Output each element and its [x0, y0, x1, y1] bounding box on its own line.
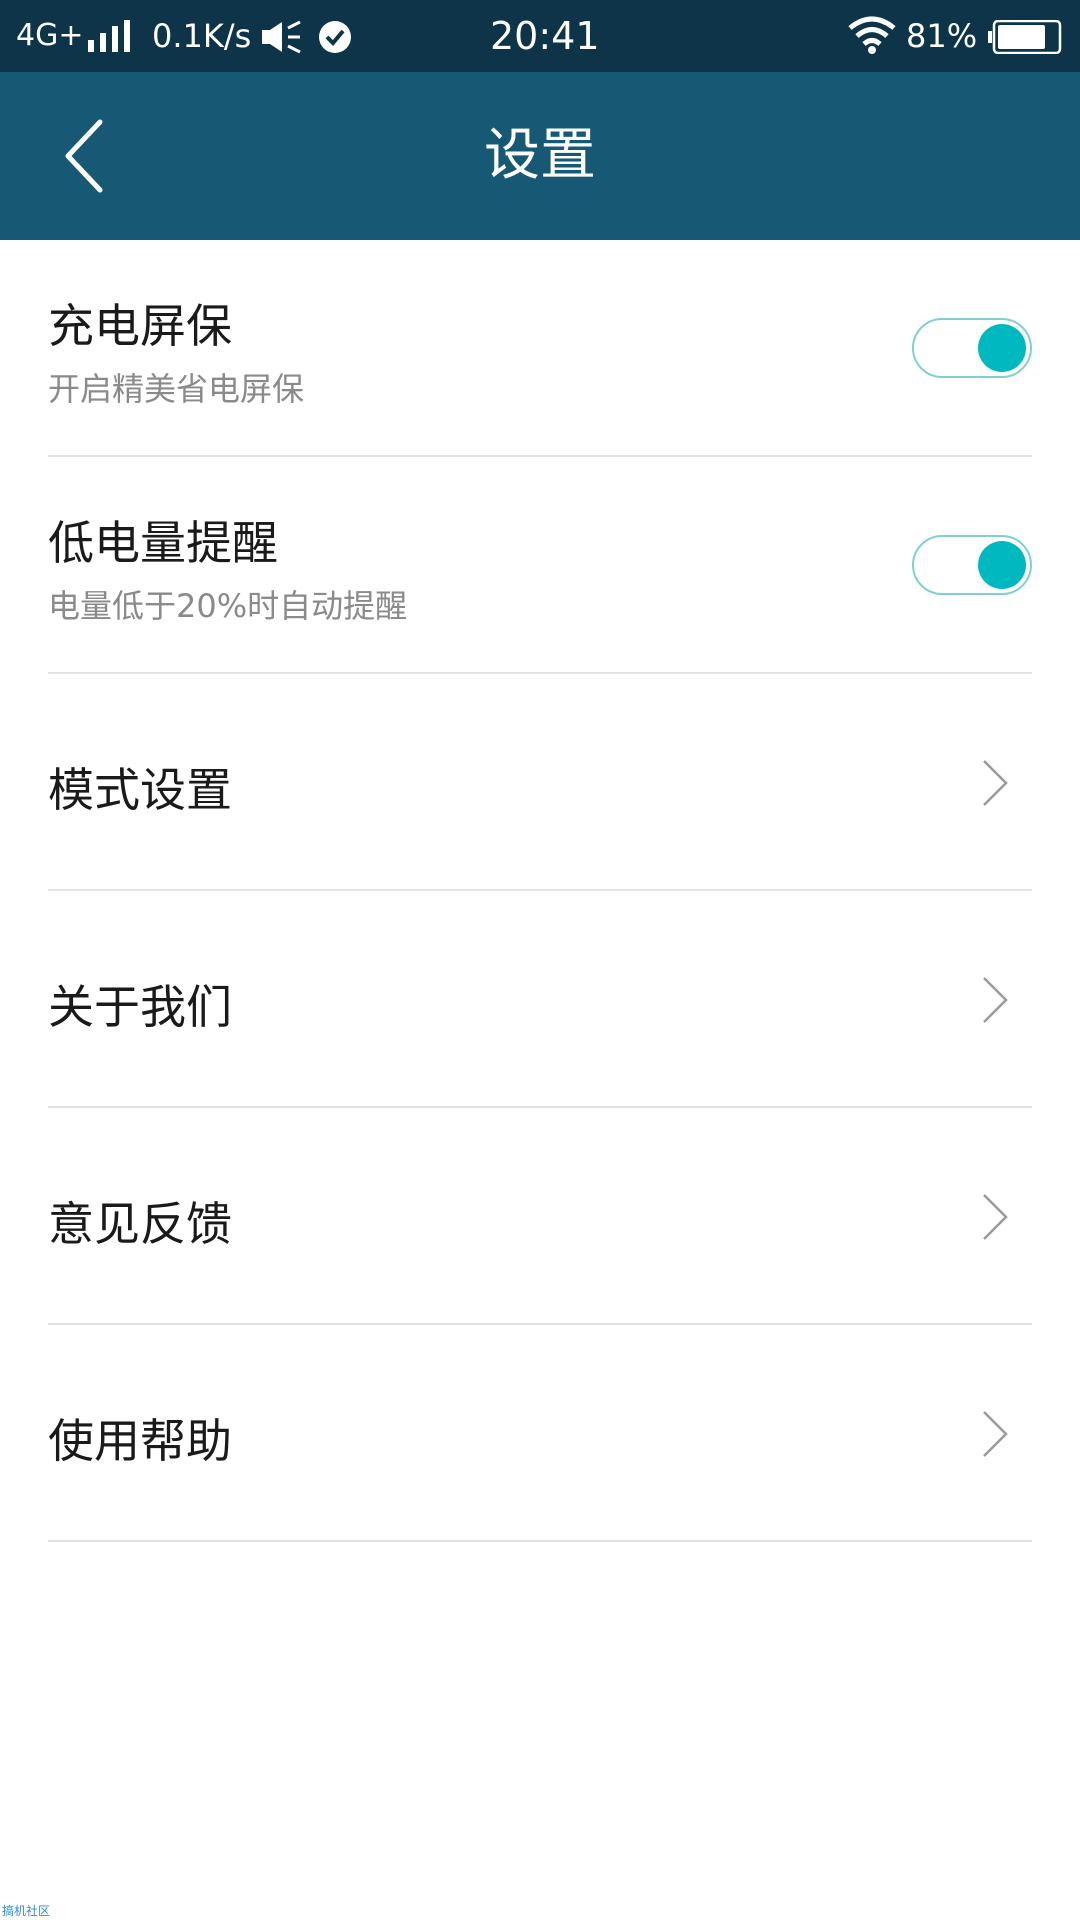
toggle-knob [978, 541, 1026, 589]
wifi-icon [848, 16, 896, 54]
signal-icon [88, 20, 130, 52]
settings-list: 充电屏保 开启精美省电屏保 低电量提醒 电量低于20%时自动提醒 模式设置 关于… [48, 240, 1032, 1542]
battery-icon [988, 20, 1062, 54]
chevron-right-icon [983, 1194, 1008, 1240]
watermark: 搞机社区 [2, 1904, 51, 1918]
page-title: 设置 [484, 123, 596, 188]
low-battery-reminder-toggle[interactable] [912, 535, 1032, 595]
setting-title: 意见反馈 [48, 1197, 232, 1251]
setting-low-battery-reminder: 低电量提醒 电量低于20%时自动提醒 [48, 457, 1032, 674]
setting-help[interactable]: 使用帮助 [48, 1325, 1032, 1542]
check-circle-icon [319, 21, 351, 53]
setting-charging-screensaver: 充电屏保 开启精美省电屏保 [48, 240, 1032, 457]
status-time: 20:41 [490, 14, 600, 58]
setting-title: 关于我们 [48, 980, 232, 1034]
toggle-knob [978, 324, 1026, 372]
setting-title: 模式设置 [48, 763, 232, 817]
setting-title: 使用帮助 [48, 1414, 232, 1468]
setting-about-us[interactable]: 关于我们 [48, 891, 1032, 1108]
title-bar: 设置 [0, 72, 1080, 240]
network-type: 4G+ [16, 18, 84, 53]
chevron-right-icon [983, 977, 1008, 1023]
chevron-right-icon [983, 1411, 1008, 1457]
chevron-right-icon [983, 760, 1008, 806]
setting-subtitle: 电量低于20%时自动提醒 [48, 587, 408, 625]
settings-screen: 4G+ 0.1K/s 20:41 81% 设置 充电屏保 开启精美省电屏保 低电… [0, 0, 1080, 1920]
setting-title: 充电屏保 [48, 299, 232, 353]
setting-feedback[interactable]: 意见反馈 [48, 1108, 1032, 1325]
setting-title: 低电量提醒 [48, 516, 278, 570]
charging-screensaver-toggle[interactable] [912, 318, 1032, 378]
vibrate-icon [262, 20, 301, 54]
setting-mode[interactable]: 模式设置 [48, 674, 1032, 891]
setting-subtitle: 开启精美省电屏保 [48, 370, 305, 408]
battery-percent: 81% [906, 17, 978, 55]
status-bar: 4G+ 0.1K/s 20:41 81% [0, 0, 1080, 72]
network-speed: 0.1K/s [152, 17, 252, 55]
